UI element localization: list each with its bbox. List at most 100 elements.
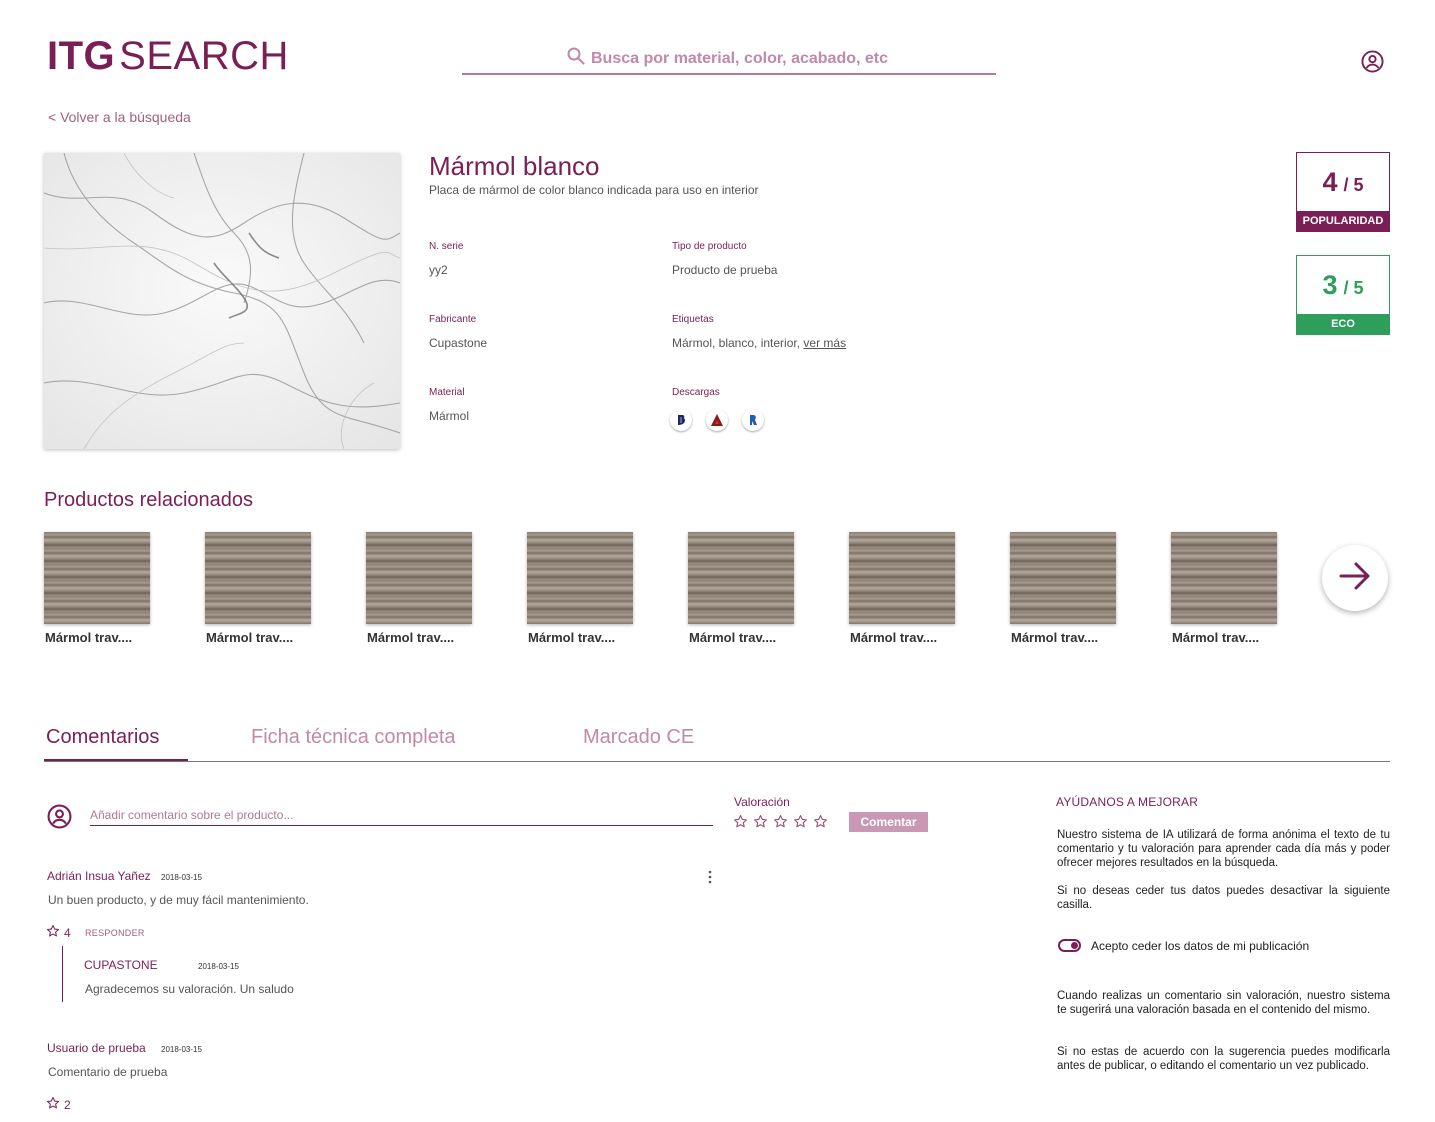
star-icon[interactable] [813, 814, 828, 834]
bim-download-icon[interactable] [670, 409, 692, 431]
star-icon[interactable] [733, 814, 748, 834]
related-product-thumbnail[interactable] [849, 532, 955, 624]
comment-likes-count: 4 [64, 925, 71, 940]
comment-likes[interactable]: 4 [46, 924, 71, 941]
search-icon[interactable] [567, 47, 585, 70]
eco-score-card: 3 / 5 ECO [1296, 255, 1390, 335]
eco-score-value: 3 [1322, 270, 1338, 300]
help-paragraph-3: Cuando realizas un comentario sin valora… [1057, 990, 1390, 1016]
product-title: Mármol blanco [429, 151, 600, 181]
serial-value: yy2 [429, 263, 448, 277]
tab-technical-sheet[interactable]: Ficha técnica completa [251, 726, 456, 749]
data-consent-toggle[interactable] [1058, 939, 1081, 952]
related-product-name[interactable]: Mármol trav.... [527, 630, 633, 645]
reply-button[interactable]: RESPONDER [85, 928, 145, 938]
data-consent-label: Acepto ceder los datos de mi publicación [1091, 939, 1310, 953]
reply-text: Agradecemos su valoración. Un saludo [85, 982, 294, 996]
related-products-title: Productos relacionados [44, 489, 254, 511]
commenter-avatar-icon [47, 804, 72, 834]
related-product-name[interactable]: Mármol trav.... [205, 630, 311, 645]
product-type-label: Tipo de producto [672, 241, 747, 252]
related-product-thumbnail[interactable] [1010, 532, 1116, 624]
comment-input[interactable] [90, 808, 713, 826]
related-product-thumbnail[interactable] [1171, 532, 1277, 624]
related-product-thumbnail[interactable] [366, 532, 472, 624]
comment-author[interactable]: Usuario de prueba [47, 1041, 146, 1055]
star-icon [46, 924, 60, 941]
reply-indent-bar [62, 946, 63, 1002]
tags-text: Mármol, blanco, interior, [672, 336, 801, 350]
related-product-card[interactable]: Mármol trav.... [1010, 532, 1116, 645]
related-product-name[interactable]: Mármol trav.... [44, 630, 150, 645]
eco-score-label: ECO [1297, 314, 1389, 334]
related-product-thumbnail[interactable] [44, 532, 150, 624]
product-description: Placa de mármol de color blanco indicada… [429, 183, 759, 197]
product-type-value: Producto de prueba [672, 263, 778, 277]
related-product-name[interactable]: Mármol trav.... [849, 630, 955, 645]
popularity-score-value: 4 [1322, 167, 1338, 197]
related-product-thumbnail[interactable] [688, 532, 794, 624]
rating-stars [733, 814, 828, 834]
autocad-download-icon[interactable] [706, 409, 728, 431]
comment-date: 2018-03-15 [161, 873, 202, 882]
material-label: Material [429, 387, 465, 398]
tab-ce-marking[interactable]: Marcado CE [583, 726, 694, 749]
related-product-thumbnail[interactable] [205, 532, 311, 624]
comment-likes[interactable]: 2 [46, 1096, 71, 1113]
user-account-icon[interactable] [1361, 50, 1384, 78]
related-product-card[interactable]: Mármol trav.... [366, 532, 472, 645]
logo-light: SEARCH [119, 34, 289, 78]
tab-comments[interactable]: Comentarios [46, 726, 159, 749]
logo-bold: ITG [47, 34, 116, 78]
help-title: AYÚDANOS A MEJORAR [1056, 795, 1199, 809]
popularity-score-label: POPULARIDAD [1297, 211, 1389, 231]
serial-label: N. serie [429, 241, 464, 252]
material-value: Mármol [429, 409, 470, 423]
tags-label: Etiquetas [672, 314, 714, 325]
product-image [44, 153, 400, 449]
back-to-search-link[interactable]: < Volver a la búsqueda [48, 109, 191, 125]
eco-score-max: / 5 [1343, 278, 1364, 298]
search-bar [462, 44, 996, 75]
tags-value: Mármol, blanco, interior, ver más [672, 336, 846, 350]
related-product-name[interactable]: Mármol trav.... [1010, 630, 1116, 645]
star-icon[interactable] [793, 814, 808, 834]
star-icon[interactable] [753, 814, 768, 834]
toggle-knob [1071, 942, 1078, 949]
star-icon[interactable] [773, 814, 788, 834]
tab-active-indicator [44, 759, 188, 761]
tags-see-more-link[interactable]: ver más [803, 336, 846, 350]
reply-author[interactable]: CUPASTONE [84, 958, 158, 972]
help-paragraph-1: Nuestro sistema de IA utilizará de forma… [1057, 829, 1390, 869]
help-paragraph-2: Si no deseas ceder tus datos puedes desa… [1057, 885, 1390, 911]
tabs-divider [44, 761, 1390, 762]
related-product-name[interactable]: Mármol trav.... [688, 630, 794, 645]
comment-text: Comentario de prueba [48, 1065, 168, 1079]
related-product-card[interactable]: Mármol trav.... [849, 532, 955, 645]
rating-label: Valoración [734, 795, 790, 809]
comment-likes-count: 2 [64, 1097, 71, 1112]
related-product-card[interactable]: Mármol trav.... [205, 532, 311, 645]
related-next-button[interactable] [1322, 545, 1388, 611]
star-icon [46, 1096, 60, 1113]
manufacturer-value: Cupastone [429, 336, 488, 350]
help-paragraph-4: Si no estas de acuerdo con la sugerencia… [1057, 1046, 1390, 1072]
more-vert-icon[interactable] [706, 870, 714, 889]
related-product-thumbnail[interactable] [527, 532, 633, 624]
popularity-score-card: 4 / 5 POPULARIDAD [1296, 152, 1390, 232]
related-product-name[interactable]: Mármol trav.... [366, 630, 472, 645]
related-product-card[interactable]: Mármol trav.... [527, 532, 633, 645]
related-product-card[interactable]: Mármol trav.... [688, 532, 794, 645]
comment-author[interactable]: Adrián Insua Yañez [47, 869, 151, 883]
manufacturer-label: Fabricante [429, 314, 477, 325]
revit-download-icon[interactable] [742, 409, 764, 431]
comment-text: Un buen producto, y de muy fácil manteni… [48, 893, 309, 907]
arrow-right-icon [1338, 559, 1372, 598]
related-product-name[interactable]: Mármol trav.... [1171, 630, 1277, 645]
related-product-card[interactable]: Mármol trav.... [1171, 532, 1277, 645]
search-input[interactable] [591, 49, 891, 68]
related-product-card[interactable]: Mármol trav.... [44, 532, 150, 645]
comment-submit-button[interactable]: Comentar [849, 812, 928, 832]
logo[interactable]: ITG SEARCH [47, 34, 289, 78]
popularity-score-max: / 5 [1343, 175, 1364, 195]
